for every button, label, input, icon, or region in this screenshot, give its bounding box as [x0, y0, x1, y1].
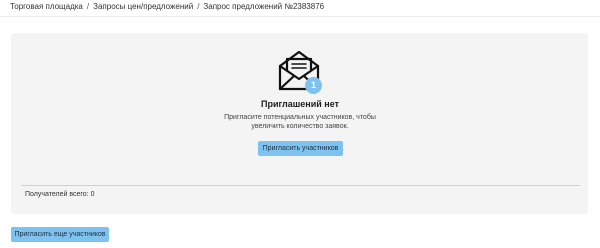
breadcrumb: Торговая площадка / Запросы цен/предложе…: [10, 2, 324, 12]
invite-more-participants-button[interactable]: Пригласить еще участников: [11, 227, 109, 242]
empty-state-description: Пригласите потенциальных участников, что…: [224, 114, 376, 130]
recipients-count: Получателей всего: 0: [25, 191, 95, 198]
breadcrumb-item-marketplace[interactable]: Торговая площадка: [10, 2, 83, 12]
card-divider: [21, 185, 580, 186]
header-divider: [0, 16, 600, 17]
breadcrumb-item-current-request: Запрос предложений №2383876: [203, 2, 325, 11]
empty-state-title: Приглашений нет: [261, 99, 339, 109]
notification-badge: 1: [305, 77, 322, 94]
breadcrumb-separator: /: [197, 2, 200, 11]
breadcrumb-item-price-requests[interactable]: Запросы цен/предложений: [93, 2, 193, 12]
invite-participants-button[interactable]: Пригласить участников: [258, 141, 343, 156]
breadcrumb-separator: /: [86, 2, 90, 11]
